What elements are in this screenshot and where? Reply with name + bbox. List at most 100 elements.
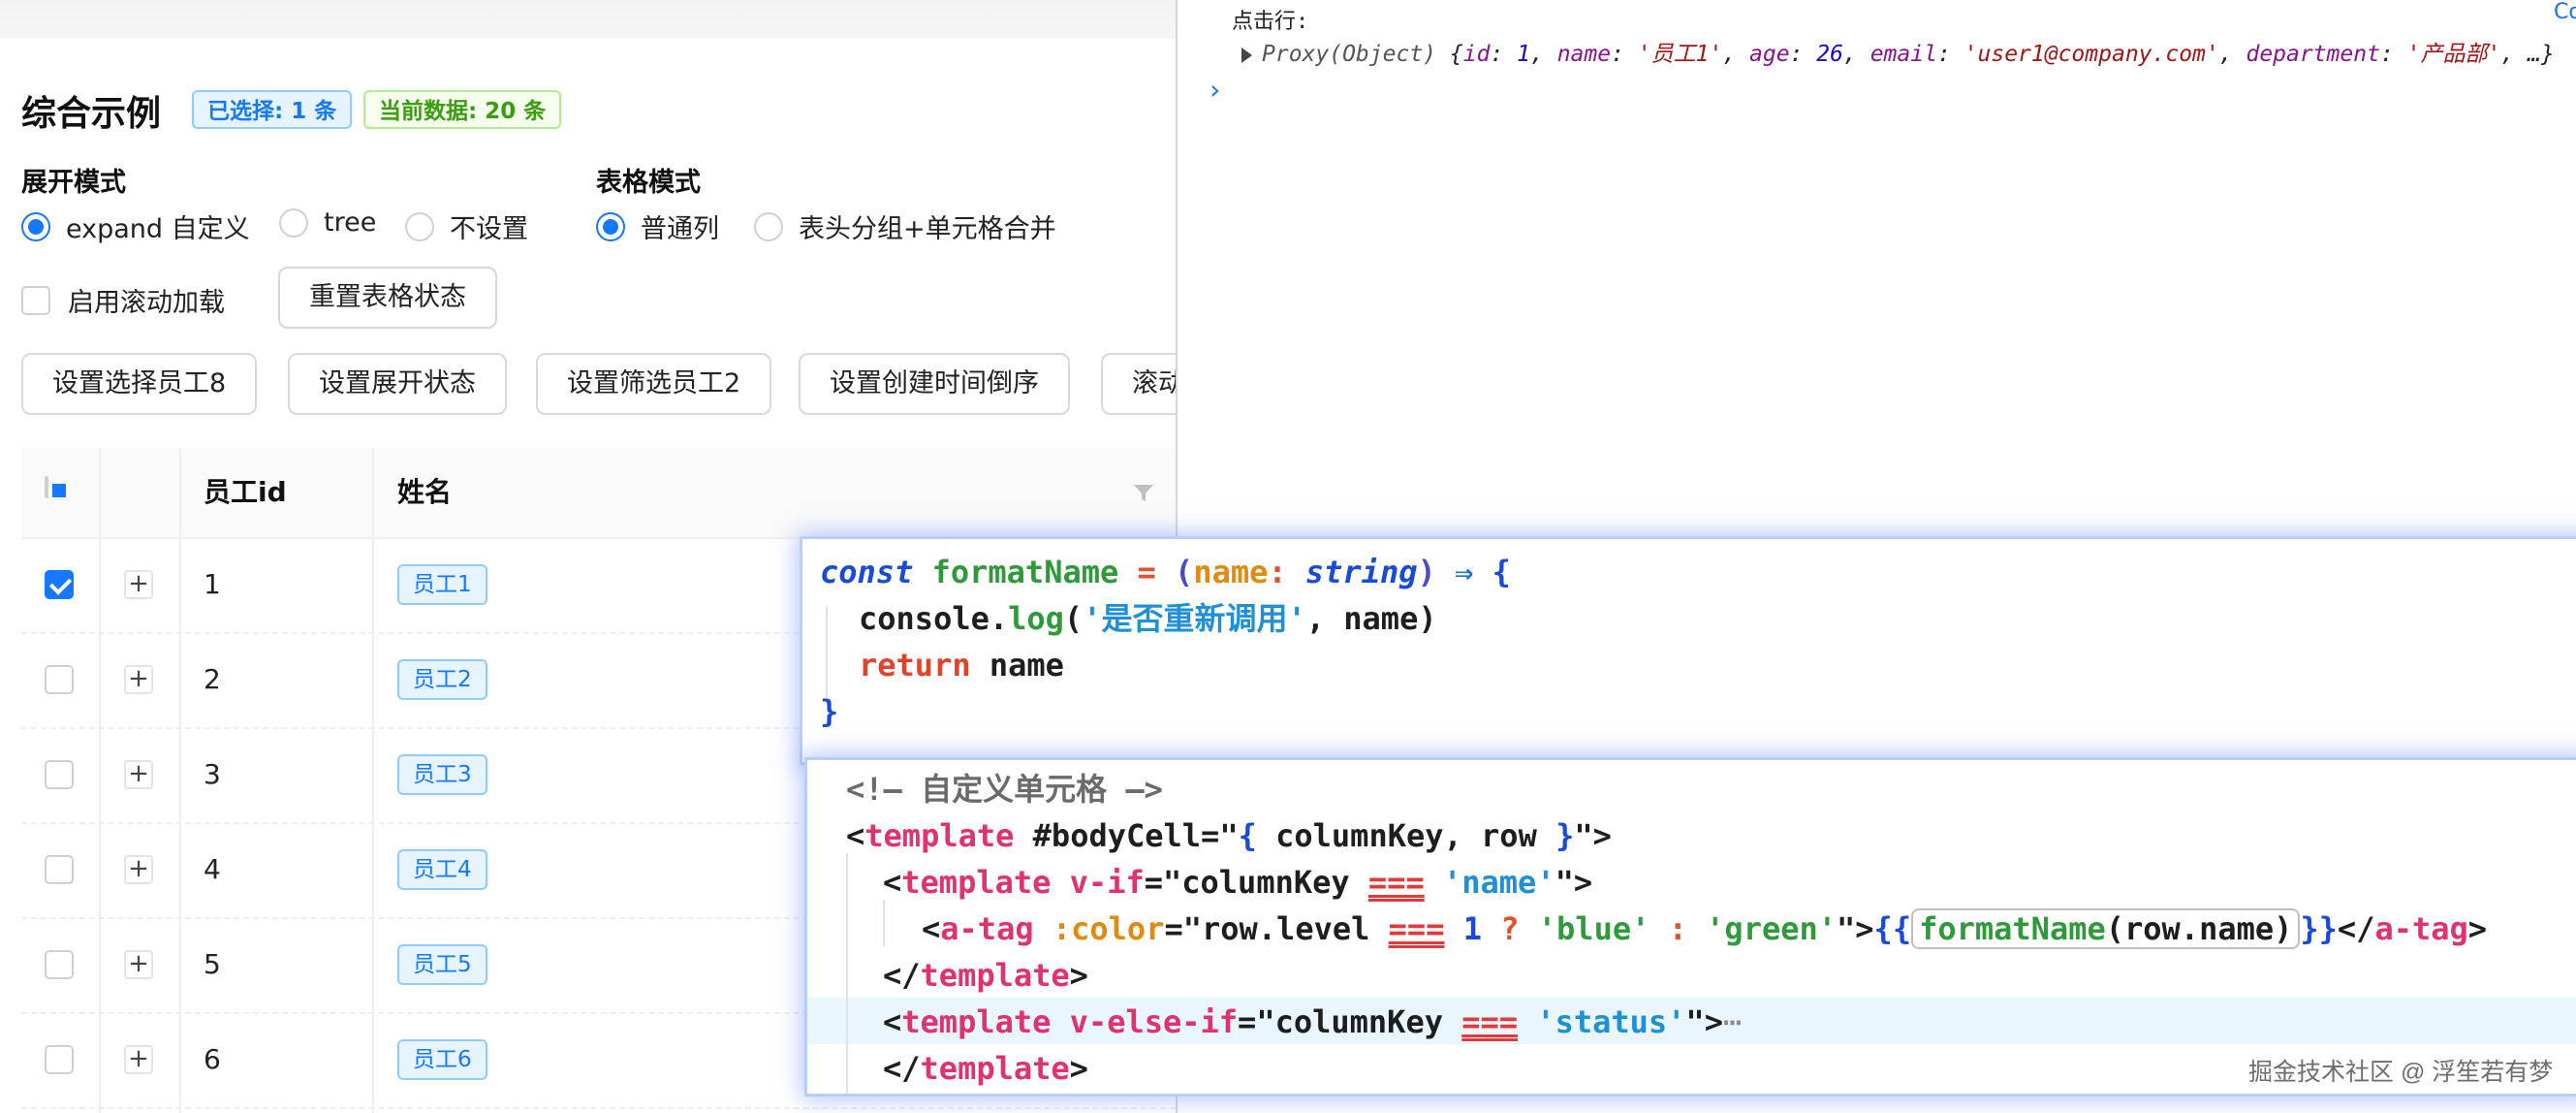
expand-row-icon[interactable]: + <box>124 855 153 884</box>
token-tag: a-tag <box>2374 910 2468 947</box>
token-keyword: const <box>820 554 914 590</box>
token-paren: ( <box>1175 554 1194 590</box>
token-string: 'status' <box>1518 1003 1686 1040</box>
indent-guide <box>846 853 848 1094</box>
data-count-badge: 当前数据: 20 条 <box>363 90 562 129</box>
row-checkbox[interactable] <box>45 1045 74 1074</box>
token-tag: template <box>901 864 1052 901</box>
select-all-checkbox[interactable] <box>45 476 48 498</box>
obj-value: '产品部' <box>2406 42 2501 67</box>
token-punct: </ <box>2337 910 2375 947</box>
obj-colon: : <box>1936 42 1964 67</box>
token-punct: "> <box>1555 864 1593 901</box>
token-number: 1 <box>1444 910 1482 947</box>
checkbox-label: 启用滚动加载 <box>68 288 225 318</box>
cell-name-tag: 员工4 <box>397 849 487 890</box>
expand-row-icon[interactable]: + <box>124 570 153 599</box>
obj-comma: , <box>1722 42 1750 67</box>
set-expand-button[interactable]: 设置展开状态 <box>288 353 507 415</box>
code-line: <!— 自定义单元格 —> <box>846 766 1163 812</box>
obj-key: email <box>1869 42 1937 67</box>
token-strict-equal: === <box>1461 1003 1519 1040</box>
token-operator: = <box>1137 554 1156 590</box>
token-punct: </ <box>883 957 921 994</box>
token-plain: console. <box>859 600 1009 637</box>
token-plain: ="row.level <box>1164 910 1389 947</box>
row-checkbox[interactable] <box>45 665 74 694</box>
token-operator: : <box>1649 910 1707 947</box>
expand-row-icon[interactable]: + <box>124 950 153 979</box>
token-tag: template <box>920 1050 1070 1087</box>
filter-icon[interactable] <box>1132 481 1155 504</box>
radio-expand-tree[interactable]: tree <box>279 207 376 238</box>
cell-name-tag: 员工3 <box>397 754 487 795</box>
obj-key: department <box>2246 42 2380 67</box>
token-punct: "> <box>1685 1003 1723 1040</box>
token-tag: template <box>901 1003 1052 1040</box>
token-operator: ? <box>1481 910 1538 947</box>
obj-brace: { <box>1449 42 1463 67</box>
code-line: return name <box>859 642 1064 688</box>
token-plain: ="columnKey <box>1238 1003 1462 1040</box>
code-line: } <box>820 688 838 735</box>
obj-value: 'user1@company.com' <box>1963 42 2219 67</box>
token-plain: name <box>970 647 1064 684</box>
token-keyword: return <box>859 647 971 684</box>
expand-row-icon[interactable]: + <box>124 760 153 789</box>
console-prompt-icon[interactable]: › <box>1207 74 1223 106</box>
radio-expand-none[interactable]: 不设置 <box>405 207 528 245</box>
cell-id: 6 <box>204 1043 221 1075</box>
console-object-entry[interactable]: Proxy(Object) {id: 1, name: '员工1', age: … <box>1241 35 2555 68</box>
console-clipped-link[interactable]: Co <box>2554 0 2576 24</box>
folded-code-icon[interactable]: ⋯ <box>1723 1003 1742 1040</box>
selected-count-badge: 已选择: 1 条 <box>192 90 353 129</box>
code-line: </template> <box>883 952 1088 999</box>
filter-employee2-button[interactable]: 设置筛选员工2 <box>536 353 772 415</box>
token-punct: > <box>2467 910 2488 947</box>
token-brace: { <box>1492 554 1511 590</box>
column-header-name[interactable]: 姓名 <box>397 448 452 537</box>
obj-comma: , <box>2218 42 2246 67</box>
obj-key: age <box>1749 42 1790 67</box>
radio-label: 表头分组+单元格合并 <box>799 214 1056 244</box>
sort-created-desc-button[interactable]: 设置创建时间倒序 <box>799 353 1070 415</box>
token-tag: template <box>920 957 1070 994</box>
row-checkbox[interactable] <box>45 855 74 884</box>
token-string: 'name' <box>1424 864 1555 901</box>
checkbox-box <box>21 285 50 315</box>
proxy-prefix: Proxy(Object) <box>1262 42 1437 67</box>
scroll-load-checkbox[interactable]: 启用滚动加载 <box>21 281 225 319</box>
expand-row-icon[interactable]: + <box>124 1045 153 1074</box>
code-line: const formatName = (name: string) ⇒ { <box>820 549 1511 595</box>
scroll-button[interactable]: 滚动 <box>1101 353 1176 415</box>
select-employee8-button[interactable]: 设置选择员工8 <box>21 353 258 415</box>
indent-guide <box>826 607 828 700</box>
token-paren: ( <box>1063 600 1084 637</box>
token-function: formatName <box>1919 910 2106 947</box>
cell-id: 1 <box>204 568 221 600</box>
radio-label: expand 自定义 <box>66 214 250 244</box>
radio-mode-grouped[interactable]: 表头分组+单元格合并 <box>754 207 1056 245</box>
radio-expand-custom[interactable]: expand 自定义 <box>21 207 250 245</box>
token-plain: ="columnKey <box>1144 864 1368 901</box>
token-punct: =" <box>1201 817 1239 854</box>
cell-name-tag: 员工5 <box>397 944 487 985</box>
token-brace: } <box>1555 817 1575 854</box>
row-checkbox[interactable] <box>45 570 74 599</box>
token-plain: (row.name) <box>2105 910 2293 947</box>
reset-table-button[interactable]: 重置表格状态 <box>278 267 497 329</box>
row-checkbox[interactable] <box>45 950 74 979</box>
token-punct: "> <box>1837 910 1874 947</box>
token-punct: < <box>883 1003 902 1040</box>
token-mustache: }} <box>2300 910 2338 947</box>
radio-indicator <box>754 211 783 241</box>
expand-triangle-icon[interactable] <box>1241 47 1252 63</box>
column-header-id[interactable]: 员工id <box>204 448 287 537</box>
row-checkbox[interactable] <box>45 760 74 789</box>
radio-label: 普通列 <box>641 214 719 244</box>
obj-colon: : <box>1611 42 1638 67</box>
token-colon: : <box>1268 554 1287 590</box>
radio-mode-normal[interactable]: 普通列 <box>596 207 719 245</box>
token-strict-equal: === <box>1388 910 1445 947</box>
expand-row-icon[interactable]: + <box>124 665 153 694</box>
